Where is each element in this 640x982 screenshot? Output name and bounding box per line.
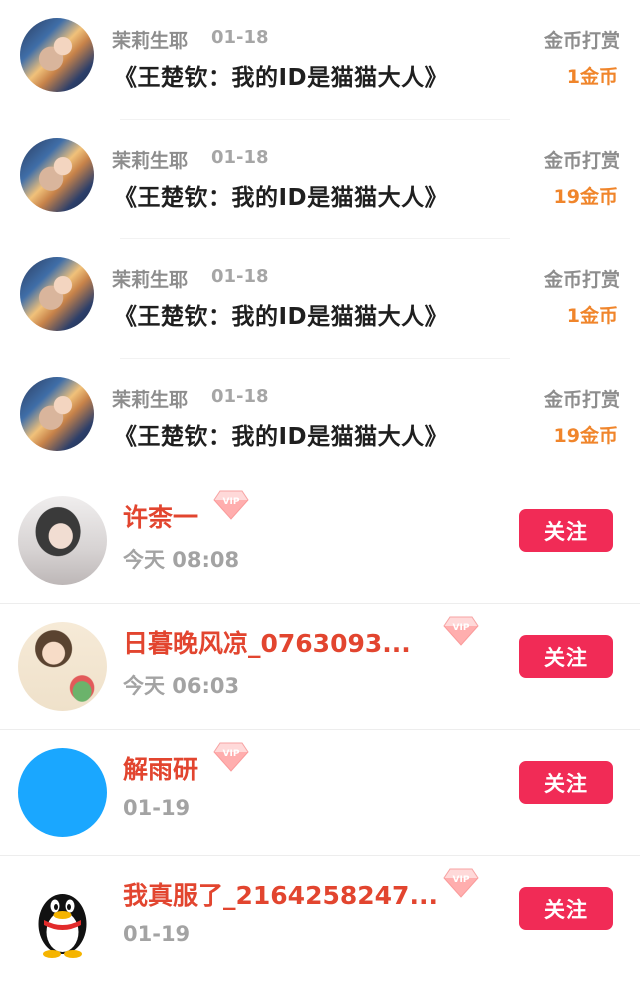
vip-badge-text: VIP: [223, 497, 240, 507]
avatar[interactable]: [18, 622, 107, 711]
tip-date: 01-18: [211, 27, 269, 48]
qq-penguin-icon: [38, 894, 87, 958]
tip-sender[interactable]: 茉莉生耶: [112, 146, 188, 173]
tip-amount: 19金币: [553, 185, 618, 208]
follow-button[interactable]: 关注: [519, 887, 613, 930]
tip-amount: 1金币: [566, 305, 618, 327]
follow-button[interactable]: 关注: [519, 509, 613, 552]
follow-time: 今天 06:03: [123, 674, 240, 698]
fan-list: 许柰一 VIP 今天 08:08 关注 日暮晚风凉_0763093... VIP…: [0, 478, 640, 982]
tip-row[interactable]: 茉莉生耶 01-18 《王楚钦：我的ID是猫猫大人》 金币打赏 19金币: [0, 359, 640, 479]
tip-label: 金币打赏: [543, 269, 620, 291]
vip-badge-text: VIP: [453, 623, 470, 633]
user-name[interactable]: 日暮晚风凉_0763093...: [123, 624, 411, 660]
vip-badge-icon: VIP: [443, 616, 479, 646]
tip-book-title[interactable]: 《王楚钦：我的ID是猫猫大人》: [114, 417, 448, 451]
vip-badge-icon: VIP: [213, 490, 249, 520]
tip-sender[interactable]: 茉莉生耶: [112, 265, 188, 292]
avatar[interactable]: [18, 874, 107, 963]
tip-row[interactable]: 茉莉生耶 01-18 《王楚钦：我的ID是猫猫大人》 金币打赏 1金币: [0, 0, 640, 120]
avatar[interactable]: [20, 257, 94, 331]
tip-date: 01-18: [211, 385, 269, 407]
vip-badge-icon: VIP: [213, 742, 249, 772]
tip-amount: 1金币: [566, 66, 618, 88]
list-item[interactable]: 我真服了_2164258247... VIP 01-19 关注: [0, 856, 640, 982]
follow-time: 01-19: [123, 796, 191, 820]
tip-label: 金币打赏: [543, 149, 620, 172]
tip-sender[interactable]: 茉莉生耶: [112, 385, 188, 412]
list-item[interactable]: 日暮晚风凉_0763093... VIP 今天 06:03 关注: [0, 604, 640, 730]
avatar[interactable]: [18, 496, 107, 585]
vip-badge-icon: VIP: [443, 868, 479, 898]
follow-button[interactable]: 关注: [519, 761, 613, 804]
avatar[interactable]: [20, 376, 94, 451]
tip-label: 金币打赏: [543, 388, 620, 411]
tip-row[interactable]: 茉莉生耶 01-18 《王楚钦：我的ID是猫猫大人》 金币打赏 1金币: [0, 239, 640, 359]
follow-time: 01-19: [123, 922, 191, 946]
tip-row[interactable]: 茉莉生耶 01-18 《王楚钦：我的ID是猫猫大人》 金币打赏 19金币: [0, 120, 640, 239]
avatar[interactable]: [20, 137, 94, 212]
tip-list: 茉莉生耶 01-18 《王楚钦：我的ID是猫猫大人》 金币打赏 1金币 茉莉生耶…: [0, 0, 640, 478]
user-name[interactable]: 许柰一: [123, 498, 198, 534]
user-name[interactable]: 解雨研: [123, 750, 198, 786]
list-item[interactable]: 解雨研 VIP 01-19 关注: [0, 730, 640, 856]
tip-label: 金币打赏: [543, 30, 620, 52]
follow-button[interactable]: 关注: [519, 635, 613, 678]
user-name[interactable]: 我真服了_2164258247...: [123, 876, 438, 912]
tip-amount: 19金币: [553, 424, 618, 447]
list-item[interactable]: 许柰一 VIP 今天 08:08 关注: [0, 478, 640, 604]
tip-date: 01-18: [211, 146, 269, 168]
tip-date: 01-18: [211, 266, 269, 287]
vip-badge-text: VIP: [453, 875, 470, 885]
avatar[interactable]: [20, 18, 94, 92]
vip-badge-text: VIP: [223, 749, 240, 759]
tip-book-title[interactable]: 《王楚钦：我的ID是猫猫大人》: [114, 297, 448, 331]
tip-book-title[interactable]: 《王楚钦：我的ID是猫猫大人》: [114, 58, 448, 92]
tip-sender[interactable]: 茉莉生耶: [112, 26, 188, 53]
tip-book-title[interactable]: 《王楚钦：我的ID是猫猫大人》: [114, 178, 448, 212]
avatar[interactable]: [18, 748, 107, 837]
follow-time: 今天 08:08: [123, 548, 240, 572]
